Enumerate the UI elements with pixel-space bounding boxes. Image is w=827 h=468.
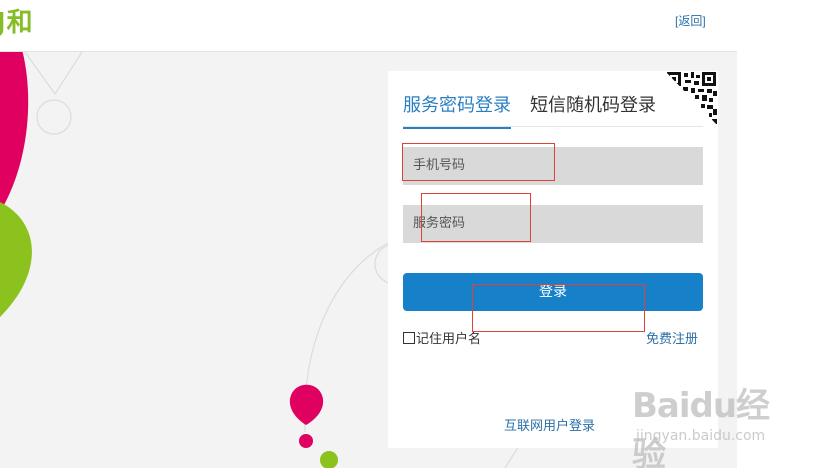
watermark-sub: jingyan.baidu.com <box>636 428 766 444</box>
service-password-input[interactable]: 服务密码 <box>403 205 703 243</box>
internet-user-login-link[interactable]: 互联网用户登录 <box>504 415 595 434</box>
remember-username[interactable]: 记住用户名 <box>403 328 481 347</box>
back-link[interactable]: [返回] <box>675 12 706 29</box>
baidu-watermark: Baidu经验 jingyan.baidu.com <box>632 378 792 468</box>
watermark-main: Baidu经验 <box>632 386 770 468</box>
qr-code-icon[interactable] <box>665 71 718 126</box>
top-header: J和 [返回] <box>0 0 737 52</box>
free-register-link[interactable]: 免费注册 <box>646 328 698 347</box>
tab-sms-code[interactable]: 短信随机码登录 <box>530 91 656 117</box>
login-tabs: 服务密码登录 短信随机码登录 <box>403 89 703 129</box>
remember-checkbox[interactable] <box>403 331 415 344</box>
remember-label: 记住用户名 <box>416 332 482 347</box>
brand-logo: J和 <box>0 8 34 38</box>
tab-service-password[interactable]: 服务密码登录 <box>403 91 511 129</box>
phone-number-input[interactable]: 手机号码 <box>403 147 703 185</box>
login-page: J和 [返回] 服务密码登录 短信随机码登录 手机号码 服务密码 登录 记住用户… <box>0 0 827 468</box>
login-button[interactable]: 登录 <box>403 273 703 311</box>
